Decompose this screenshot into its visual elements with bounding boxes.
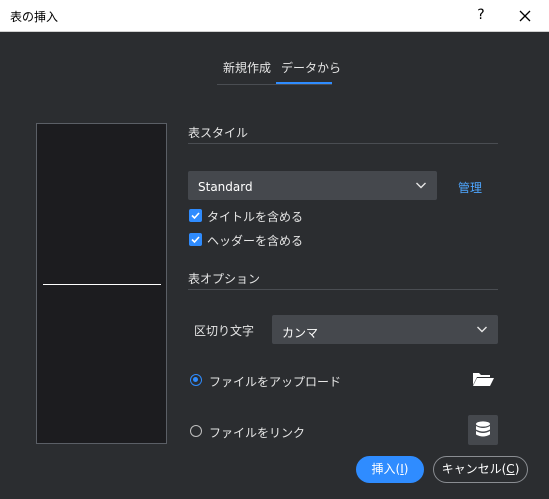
table-options-heading: 表オプション [188,272,261,286]
link-file-label: ファイルをリンク [209,426,306,440]
chevron-down-icon [416,182,426,189]
database-icon [476,421,490,437]
upload-file-option[interactable]: ファイルをアップロード [190,373,341,389]
active-tab-indicator [276,82,332,84]
include-title-checkbox[interactable] [189,209,202,222]
chevron-down-icon [477,326,487,333]
table-style-divider [188,143,498,144]
delimiter-label: 区切り文字 [194,324,255,338]
include-header-checkbox[interactable] [189,233,202,246]
table-style-heading: 表スタイル [188,126,249,140]
link-file-radio[interactable] [190,425,202,437]
folder-open-icon [473,373,494,386]
include-title-label: タイトルを含める [207,210,304,224]
insert-button[interactable]: 挿入(I) [356,456,424,483]
checkmark-icon [191,236,200,244]
tab-bar: 新規作成 データから [217,57,341,85]
cancel-label: キャンセル( [441,462,507,476]
insert-label-end: ) [403,462,409,476]
close-icon [519,10,531,22]
insert-label: 挿入( [371,462,401,476]
include-header-option[interactable]: ヘッダーを含める [189,232,309,248]
preview-table-line [43,284,161,285]
tab-from-data[interactable]: データから [281,59,341,76]
checkmark-icon [191,212,200,220]
upload-file-label: ファイルをアップロード [209,375,342,389]
manage-styles-link[interactable]: 管理 [458,179,482,196]
delimiter-value: カンマ [282,326,319,340]
table-preview [36,123,167,444]
cancel-shortcut-key: C [506,462,515,476]
include-header-label: ヘッダーを含める [207,234,304,248]
upload-file-radio[interactable] [190,374,202,386]
table-style-value: Standard [198,180,253,194]
title-bar: 表の挿入 ? [0,0,549,32]
cancel-label-end: ) [514,462,520,476]
close-button[interactable] [513,4,537,28]
window-title: 表の挿入 [10,10,59,24]
tab-new[interactable]: 新規作成 [223,59,271,76]
table-style-select[interactable]: Standard [188,171,437,200]
help-button[interactable]: ? [470,4,492,26]
browse-folder-button[interactable] [470,368,496,390]
dialog-body: 新規作成 データから 表スタイル Standard 管理 タイトルを含める ヘッ… [0,32,549,499]
cancel-button[interactable]: キャンセル(C) [433,456,528,483]
table-options-divider [188,289,498,290]
data-link-button[interactable] [468,415,498,445]
delimiter-select[interactable]: カンマ [272,315,498,344]
include-title-option[interactable]: タイトルを含める [189,208,309,224]
link-file-option[interactable]: ファイルをリンク [190,424,310,440]
